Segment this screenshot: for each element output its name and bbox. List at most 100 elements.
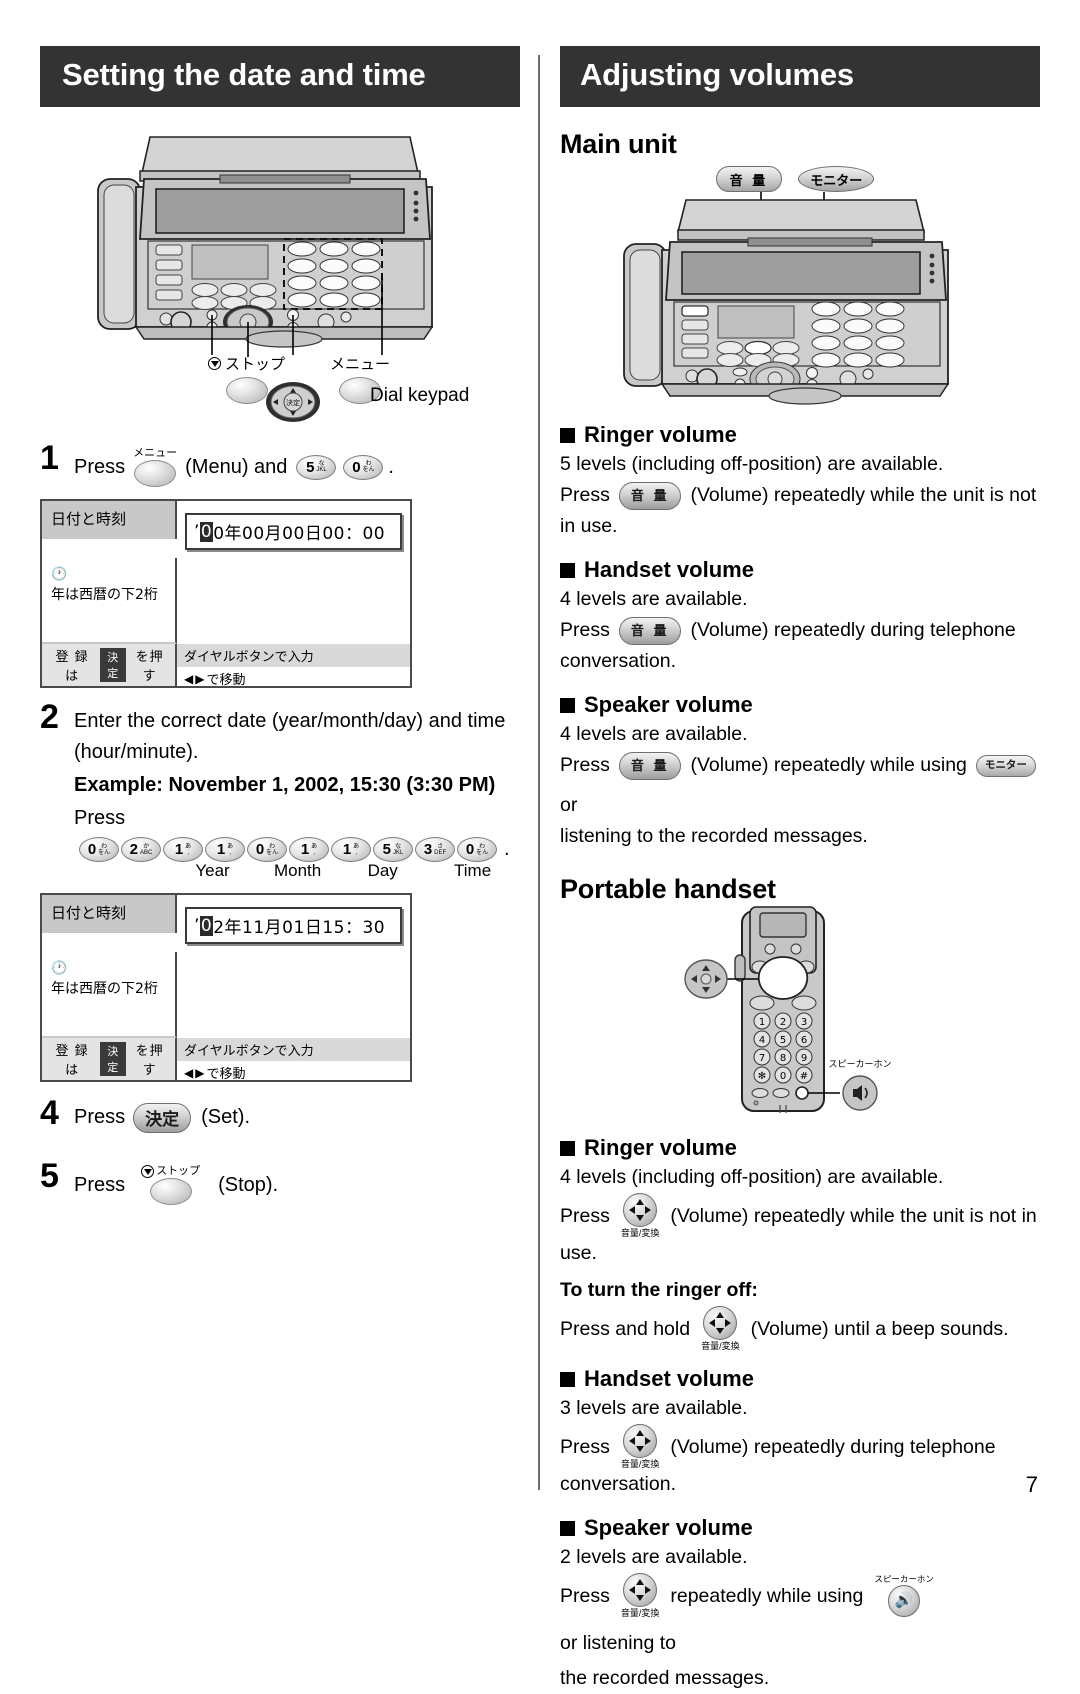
seq-key-time-4[interactable]: 0 わをん — [457, 837, 497, 862]
speakerphone-icon[interactable]: 🔊 — [888, 1584, 921, 1617]
lcd1-input-field[interactable]: ’ 0 0年00月00日00：00 — [185, 513, 402, 550]
lcd2-footer-right: ダイヤルボタンで入力 ◀ ▶ で移動 — [177, 1038, 410, 1082]
digit-key-0[interactable]: 0 わをん — [343, 454, 384, 480]
lcd2-blank-area — [177, 952, 410, 1038]
seq-key-time-3[interactable]: 3 さ DEF — [415, 837, 455, 862]
main-speaker-or: or — [560, 794, 578, 816]
seq-key-time-1[interactable]: 1あ, — [331, 837, 371, 862]
navigator-circle-1[interactable] — [623, 1193, 658, 1227]
portable-handset-after: (Volume) repeatedly during telephone — [670, 1435, 996, 1458]
navigator-volume-glyph-3[interactable]: 音量/変換 — [621, 1424, 659, 1469]
seq-key-day-2[interactable]: 1あ, — [289, 837, 329, 862]
seq-key-day-1-kana2: をん — [266, 849, 279, 856]
seq-key-month-1[interactable]: 1あ, — [163, 837, 203, 862]
label-time: Time — [454, 861, 492, 880]
volume-button-inline-2[interactable]: 音 量 — [618, 616, 682, 645]
step-2-line1: Enter the correct date (year/month/day) … — [74, 710, 506, 732]
step-1-number: 1 — [40, 439, 59, 477]
seq-key-year-2[interactable]: 2 か ABC — [121, 837, 161, 862]
step-2: 2 Enter the correct date (year/month/day… — [40, 700, 520, 881]
navigator-circle-4[interactable] — [623, 1573, 658, 1607]
portable-handset-volume: Handset volume 3 levels are available. P… — [560, 1366, 1040, 1500]
navigator-circle-2[interactable] — [703, 1306, 738, 1340]
volume-button-inline-3[interactable]: 音 量 — [618, 751, 682, 780]
main-speaker-title: Speaker volume — [584, 692, 753, 717]
step-4: 4 Press 決定 (Set). — [40, 1096, 520, 1133]
menu-button-step1[interactable]: メニュー — [133, 447, 177, 487]
main-speaker-after: (Volume) repeatedly while using — [690, 754, 967, 776]
heading-main-unit: Main unit — [560, 129, 677, 159]
step-2-line2: (hour/minute). — [74, 741, 199, 763]
callout-stop-label: ストップ — [225, 356, 286, 373]
navigator-circle-3[interactable] — [623, 1424, 658, 1458]
speakerphone-caption: スピーカーホン — [874, 1573, 934, 1584]
lcd2-field-rest: 2年11月01日15：30 — [213, 918, 386, 938]
navigator-volume-glyph-2[interactable]: 音量/変換 — [701, 1306, 740, 1351]
illustration-callouts: ストップ メニュー 決定 Dial keypad — [40, 353, 520, 439]
lcd1-footer-left: 登 録 は 決定 を押す — [42, 644, 177, 686]
step-4-press-label: Press — [74, 1106, 126, 1128]
monitor-button-inline[interactable]: モニター — [975, 754, 1036, 777]
portable-ringer-off-after: (Volume) until a beep sounds. — [750, 1317, 1009, 1340]
portable-handset-press: Press — [560, 1435, 610, 1458]
portable-speaker-after: repeatedly while using — [670, 1584, 864, 1607]
monitor-button-callout[interactable]: モニター — [798, 166, 875, 192]
portable-handset-illustration: 1 2 3 4 5 6 7 8 9 ✻ 0 # スピーカーホン — [560, 905, 1040, 1120]
navigator-volume-glyph-1[interactable]: 音量/変換 — [621, 1193, 659, 1238]
seq-key-day-2-kana2: , — [313, 849, 315, 856]
seq-key-day-1[interactable]: 0 わをん — [247, 837, 287, 862]
portable-ringer-wrap: use. — [560, 1242, 597, 1264]
stop-button-glyph[interactable] — [225, 377, 268, 404]
svg-text:決定: 決定 — [286, 398, 300, 407]
lcd2-input-field[interactable]: ’ 0 2年11月01日15：30 — [185, 907, 402, 944]
step-4-number: 4 — [40, 1094, 59, 1132]
seq-key-month-2[interactable]: 1あ, — [205, 837, 245, 862]
seq-key-month-2-kana2: , — [229, 849, 231, 856]
label-day: Day — [367, 861, 398, 880]
set-button-glyph[interactable]: 決定 — [133, 1102, 192, 1133]
main-speaker-wrap: listening to the recorded messages. — [560, 825, 868, 847]
lcd1-field-rest: 0年00月00日00：00 — [213, 524, 386, 544]
seq-key-time-2[interactable]: 5 な JKL — [373, 837, 413, 862]
digit-key-0-kana2: をん — [362, 467, 375, 473]
step-5-press-label: Press — [74, 1173, 126, 1196]
bullet-square-icon — [560, 427, 575, 443]
seq-key-year-2-digit: 2 — [129, 841, 138, 858]
lcd1-footer-key: 決定 — [100, 648, 127, 682]
volume-button-inline-1[interactable]: 音 量 — [618, 481, 682, 510]
portable-ringer-off-press: Press and hold — [560, 1317, 691, 1340]
callout-navigator: 決定 — [265, 381, 321, 423]
date-key-sequence: 0 わをん 2 か ABC 1あ, 1あ, 0 わをん 1あ, 1あ, 5 な JKL 3さ… — [78, 837, 498, 862]
menu-button-oval[interactable] — [134, 460, 177, 487]
digit-key-5[interactable]: 5 な JKL — [296, 454, 337, 480]
navigator-volume-glyph-4[interactable]: 音量/変換 — [620, 1573, 660, 1618]
stop-button-oval[interactable] — [149, 1178, 192, 1205]
lcd1-title: 日付と時刻 — [42, 501, 177, 539]
main-unit-ringer-volume: Ringer volume 5 levels (including off-po… — [560, 422, 1040, 542]
left-column: Setting the date and time ストップ メニュー 決定 D… — [40, 46, 520, 1205]
portable-speaker-volume: Speaker volume 2 levels are available. P… — [560, 1515, 1040, 1694]
portable-handset-levels: 3 levels are available. — [560, 1397, 748, 1419]
right-arrow-icon-2: ▶ — [195, 1065, 205, 1080]
svg-text:0: 0 — [780, 1071, 786, 1082]
main-handset-after: (Volume) repeatedly during telephone — [690, 619, 1016, 641]
lcd2-move-label: で移動 — [206, 1067, 246, 1082]
heading-portable-handset: Portable handset — [560, 874, 776, 904]
main-unit-illustration: 音 量 モニター — [560, 166, 1040, 407]
portable-ringer-press: Press — [560, 1204, 610, 1227]
portable-handset-wrap: conversation. — [560, 1473, 676, 1495]
volume-button-callout[interactable]: 音 量 — [715, 166, 783, 192]
main-ringer-press: Press — [560, 484, 610, 506]
svg-text:#: # — [800, 1071, 808, 1082]
main-unit-speaker-volume: Speaker volume 4 levels are available. P… — [560, 692, 1040, 852]
navigator-caption-4: 音量/変換 — [620, 1608, 660, 1618]
seq-key-year-1[interactable]: 0 わをん — [79, 837, 119, 862]
portable-speaker-press: Press — [560, 1584, 610, 1607]
stop-button-step5[interactable]: ストップ — [141, 1165, 200, 1205]
menu-button-jp-label: メニュー — [133, 447, 178, 459]
manual-page: Setting the date and time ストップ メニュー 決定 D… — [0, 0, 1080, 1689]
portable-ringer-volume: Ringer volume 4 levels (including off-po… — [560, 1135, 1040, 1351]
speakerphone-button-glyph[interactable]: スピーカーホン 🔊 — [874, 1573, 934, 1617]
main-speaker-press: Press — [560, 754, 610, 776]
main-handset-levels: 4 levels are available. — [560, 588, 748, 610]
